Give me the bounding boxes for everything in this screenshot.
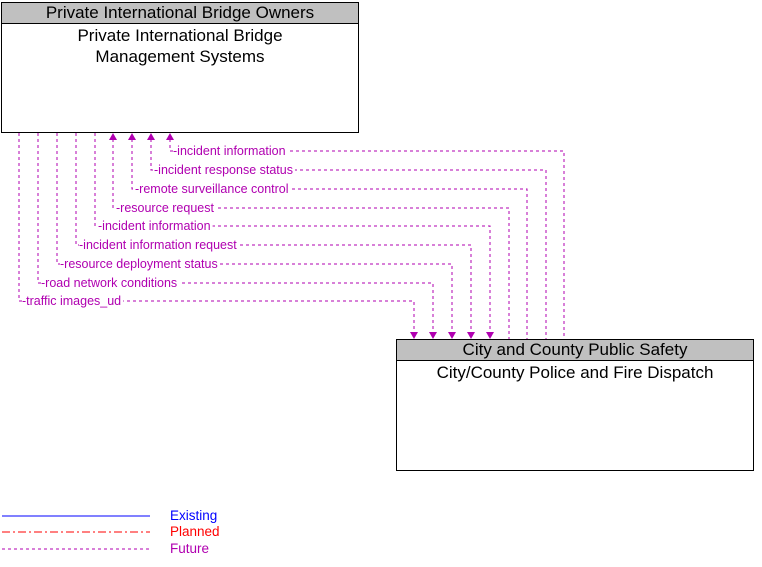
arrowhead-icon <box>448 332 456 339</box>
flow-label: -road network conditions <box>41 276 177 290</box>
arrowhead-icon <box>109 133 117 140</box>
flow-label: -resource deployment status <box>60 257 218 271</box>
flow-label: -traffic images_ud <box>22 294 121 308</box>
flow-label: -incident information <box>173 144 286 158</box>
legend-lines <box>2 515 150 550</box>
arrowhead-icon <box>128 133 136 140</box>
legend-existing-label: Existing <box>170 508 218 523</box>
flow-label: -incident information <box>98 219 211 233</box>
arrowhead-icon <box>486 332 494 339</box>
flow-incident-response-status[interactable]: -incident response status <box>147 133 547 339</box>
arrowhead-icon <box>147 133 155 140</box>
arrowhead-icon <box>467 332 475 339</box>
flow-label: -remote surveillance control <box>135 182 289 196</box>
flow-diagram: -incident information -incident response … <box>18 133 565 339</box>
legend-planned-label: Planned <box>170 524 220 539</box>
flow-label: -resource request <box>116 201 214 215</box>
legend-future-label: Future <box>170 541 210 556</box>
arrowhead-icon <box>429 332 437 339</box>
arrowhead-icon <box>166 133 174 140</box>
flow-label: -incident response status <box>154 163 293 177</box>
flow-label: -incident information request <box>79 238 237 252</box>
arrowhead-icon <box>410 332 418 339</box>
